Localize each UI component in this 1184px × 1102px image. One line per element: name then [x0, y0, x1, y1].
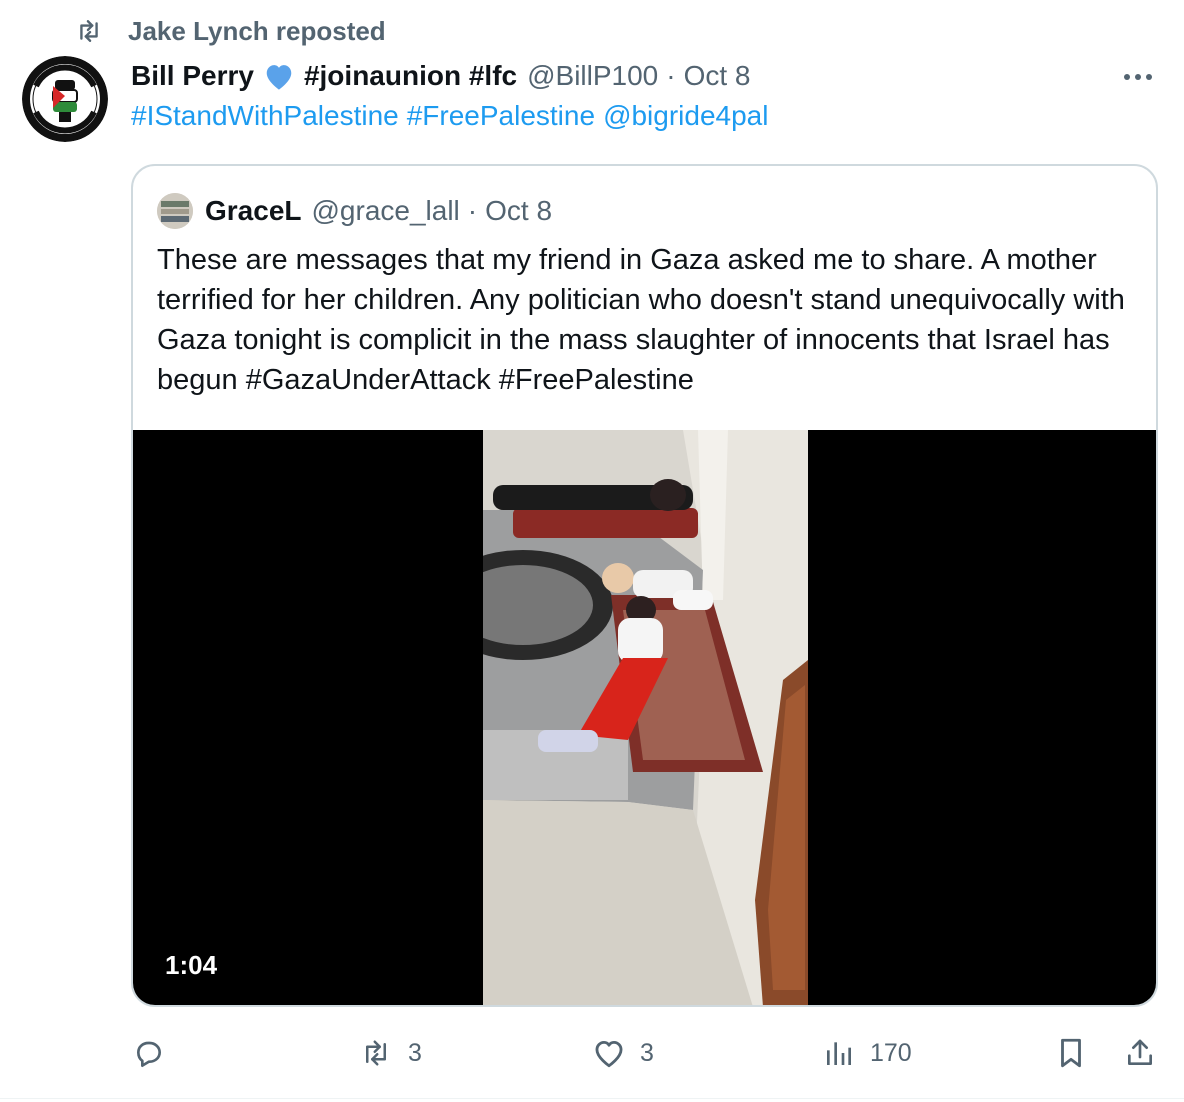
action-bar: 3 3 170: [0, 1030, 1184, 1076]
views-count: 170: [870, 1038, 912, 1067]
video-duration: 1:04: [165, 950, 218, 980]
heart-icon: [595, 1040, 623, 1068]
quoted-text: These are messages that my friend in Gaz…: [157, 244, 1125, 396]
more-options-button[interactable]: [1118, 60, 1158, 94]
more-options-icon: [1124, 74, 1152, 80]
quoted-header: GraceL @grace_lall · Oct 8: [157, 192, 552, 230]
like-count: 3: [640, 1038, 654, 1067]
quoted-author-name[interactable]: GraceL: [205, 195, 302, 227]
repost-button[interactable]: 3: [358, 1030, 422, 1076]
share-button[interactable]: [1124, 1030, 1170, 1076]
views-button[interactable]: 170: [822, 1030, 912, 1076]
repost-icon: [366, 1040, 386, 1066]
post-date[interactable]: Oct 8: [684, 60, 751, 92]
bookmark-icon: [1061, 1038, 1081, 1068]
share-icon: [1128, 1039, 1152, 1065]
divider: [0, 1098, 1184, 1099]
like-button[interactable]: 3: [592, 1030, 654, 1076]
repost-context: Jake Lynch reposted: [72, 14, 386, 48]
repost-count: 3: [408, 1038, 422, 1067]
mention-link[interactable]: @bigride4pal: [603, 100, 768, 131]
quoted-author-handle[interactable]: @grace_lall: [312, 195, 460, 227]
quoted-date[interactable]: Oct 8: [485, 195, 552, 227]
views-icon: [827, 1042, 851, 1065]
reply-icon: [137, 1041, 161, 1067]
author-handle[interactable]: @BillP100: [527, 60, 658, 92]
reply-button[interactable]: [133, 1030, 179, 1076]
repost-context-text[interactable]: Jake Lynch reposted: [128, 16, 386, 47]
quoted-post[interactable]: GraceL @grace_lall · Oct 8 These are mes…: [131, 164, 1158, 1007]
video-player[interactable]: 1:04: [133, 430, 1156, 1005]
hashtag-link[interactable]: #IStandWithPalestine: [131, 100, 399, 131]
post-header: Bill Perry #joinaunion #lfc @BillP100 · …: [131, 56, 751, 96]
author-name[interactable]: Bill Perry: [131, 60, 254, 92]
free-palestine-fist-logo: [22, 56, 108, 142]
post-text: #IStandWithPalestine #FreePalestine @bigri…: [131, 100, 776, 132]
bookmark-button[interactable]: [1056, 1030, 1100, 1076]
author-name-hashtags[interactable]: #joinaunion #lfc: [304, 60, 517, 92]
author-avatar[interactable]: [22, 56, 108, 142]
separator-dot: ·: [666, 60, 676, 91]
video-thumbnail: [483, 430, 808, 1005]
quoted-avatar: [157, 193, 193, 229]
hashtag-link[interactable]: #FreePalestine: [407, 100, 595, 131]
repost-icon: [72, 14, 106, 48]
separator-dot: ·: [467, 195, 478, 226]
blue-heart-icon: [262, 61, 296, 91]
